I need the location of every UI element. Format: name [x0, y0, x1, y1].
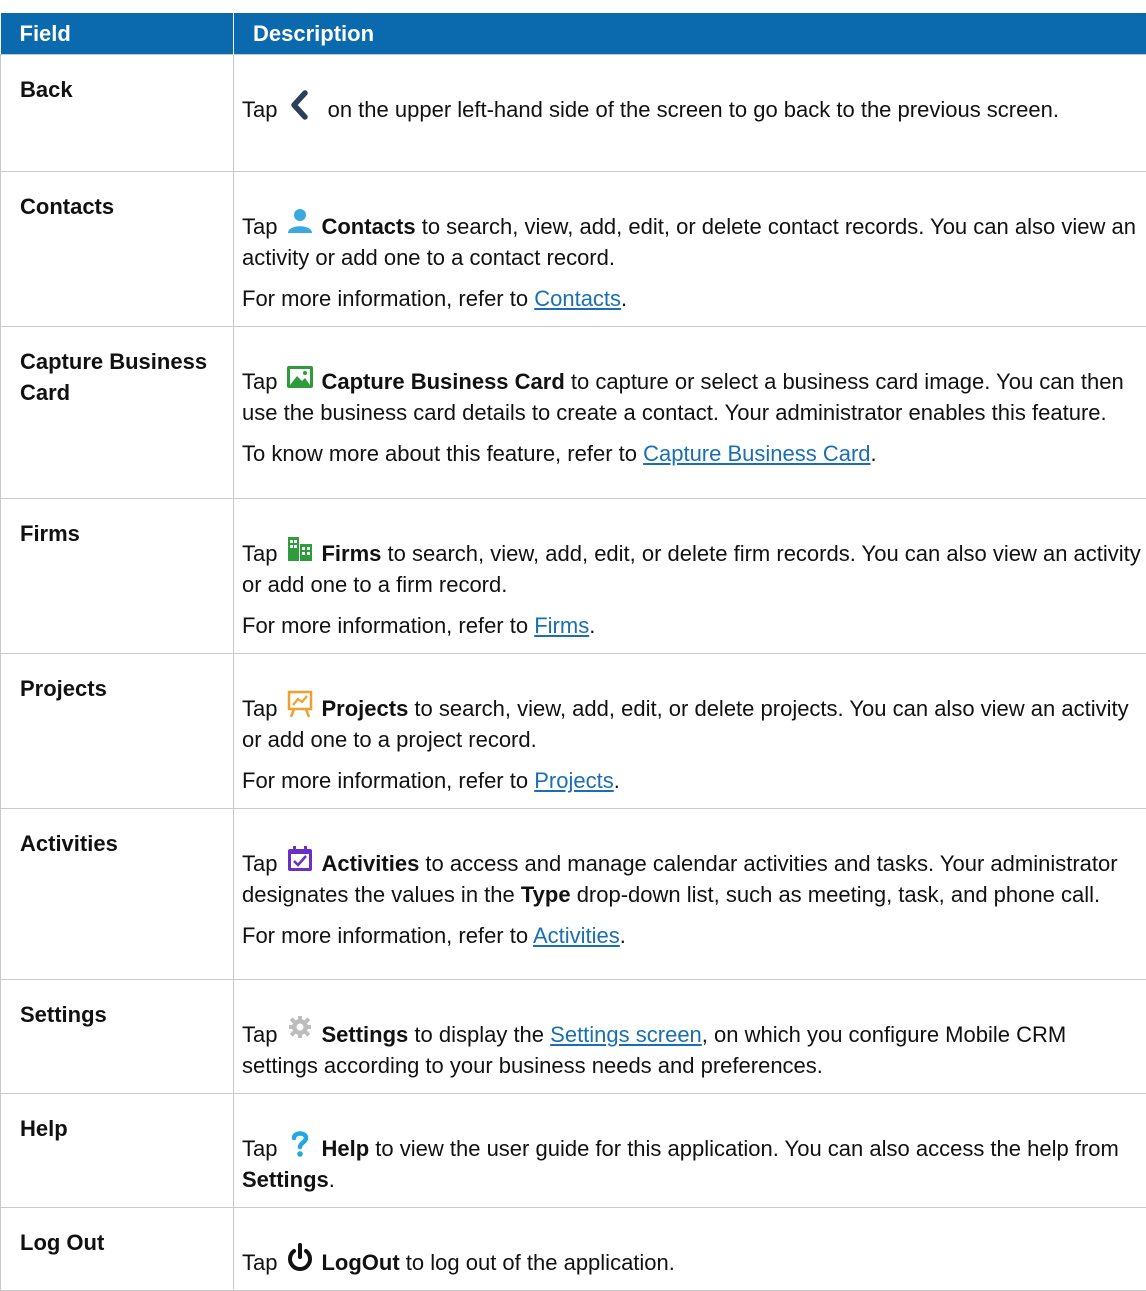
bold-label: Projects: [321, 696, 408, 721]
description-cell: Tap Settings to display the Settings scre…: [234, 980, 1146, 1094]
description-cell: Tap on the upper left-hand side of the s…: [234, 55, 1146, 172]
table-row: Settings Tap Settings to display the Sett…: [1, 980, 1146, 1094]
text-span: Tap: [242, 214, 277, 239]
text-span: .: [871, 441, 877, 466]
table-row: Capture Business Card Tap Capture Busines…: [1, 327, 1146, 499]
gear-icon: [285, 1015, 315, 1045]
bold-label: Capture Business Card: [321, 369, 564, 394]
bold-label: Contacts: [321, 214, 415, 239]
activities-link[interactable]: Activities: [533, 923, 620, 948]
capture-business-card-link[interactable]: Capture Business Card: [643, 441, 870, 466]
text-span: to log out of the application.: [400, 1250, 675, 1275]
text-span: to view the user guide for this applicat…: [369, 1136, 1119, 1161]
chevron-left-icon: [285, 90, 315, 120]
description-paragraph: TapFirms to search, view, add, edit, or …: [242, 534, 1142, 600]
description-paragraph: TapContacts to search, view, add, edit, …: [242, 207, 1142, 273]
description-paragraph: Tap LogOut to log out of the application.: [242, 1243, 1142, 1278]
description-paragraph: TapActivities to access and manage calen…: [242, 844, 1142, 910]
field-cell: Contacts: [1, 172, 234, 327]
table-row: Back Tap on the upper left-hand side of …: [1, 55, 1146, 172]
text-span: on the upper left-hand side of the scree…: [321, 97, 1058, 122]
description-paragraph: For more information, refer to Projects.: [242, 765, 1142, 796]
text-span: .: [614, 768, 620, 793]
text-span: For more information, refer to: [242, 768, 534, 793]
table-row: Log Out Tap LogOut to log out of the appl…: [1, 1208, 1146, 1291]
text-span: Tap: [242, 369, 277, 394]
text-span: drop-down list, such as meeting, task, a…: [571, 882, 1101, 907]
description-cell: TapActivities to access and manage calen…: [234, 809, 1146, 980]
firms-link[interactable]: Firms: [534, 613, 589, 638]
field-cell: Settings: [1, 980, 234, 1094]
text-span: Tap: [242, 851, 277, 876]
contact-person-icon: [285, 207, 315, 237]
question-mark-icon: [285, 1129, 315, 1159]
text-span: Tap: [242, 1250, 277, 1275]
text-span: Tap: [242, 541, 277, 566]
text-span: For more information, refer to: [242, 613, 534, 638]
table-row: Help Tap Help to view the user guide for …: [1, 1094, 1146, 1208]
power-icon: [285, 1243, 315, 1273]
text-span: .: [621, 286, 627, 311]
field-cell: Firms: [1, 499, 234, 654]
text-span: For more information, refer to: [242, 923, 533, 948]
description-cell: TapProjects to search, view, add, edit, …: [234, 654, 1146, 809]
text-span: Tap: [242, 97, 277, 122]
description-cell: Tap Help to view the user guide for this …: [234, 1094, 1146, 1208]
description-paragraph: Tap Help to view the user guide for this …: [242, 1129, 1142, 1195]
field-cell: Log Out: [1, 1208, 234, 1291]
text-span: Tap: [242, 696, 277, 721]
description-paragraph: TapProjects to search, view, add, edit, …: [242, 689, 1142, 755]
image-picture-icon: [285, 362, 315, 392]
field-cell: Activities: [1, 809, 234, 980]
text-span: to display the: [408, 1022, 550, 1047]
description-paragraph: For more information, refer to Firms.: [242, 610, 1142, 641]
description-paragraph: Tap on the upper left-hand side of the s…: [242, 90, 1142, 125]
calendar-check-icon: [285, 844, 315, 874]
bold-label: Firms: [321, 541, 381, 566]
description-cell: TapCapture Business Card to capture or s…: [234, 327, 1146, 499]
table-row: Activities TapActivities to access and m…: [1, 809, 1146, 980]
bold-label: Type: [521, 882, 571, 907]
text-span: Tap: [242, 1022, 277, 1047]
field-cell: Capture Business Card: [1, 327, 234, 499]
text-span: To know more about this feature, refer t…: [242, 441, 643, 466]
description-cell: TapContacts to search, view, add, edit, …: [234, 172, 1146, 327]
table-row: Contacts TapContacts to search, view, ad…: [1, 172, 1146, 327]
bold-label: Help: [321, 1136, 369, 1161]
description-paragraph: For more information, refer to Contacts.: [242, 283, 1142, 314]
buildings-icon: [285, 534, 315, 564]
field-cell: Help: [1, 1094, 234, 1208]
description-paragraph: Tap Settings to display the Settings scre…: [242, 1015, 1142, 1081]
bold-label: Activities: [321, 851, 419, 876]
column-header-field: Field: [1, 13, 234, 55]
column-header-description: Description: [234, 13, 1146, 55]
description-paragraph: To know more about this feature, refer t…: [242, 438, 1142, 469]
description-cell: Tap LogOut to log out of the application.: [234, 1208, 1146, 1291]
bold-label: Settings: [321, 1022, 408, 1047]
bold-label: LogOut: [321, 1250, 399, 1275]
bold-label: Settings: [242, 1167, 329, 1192]
text-span: .: [620, 923, 626, 948]
table-row: Firms TapFirms to search, view, add, edi…: [1, 499, 1146, 654]
text-span: .: [329, 1167, 335, 1192]
description-paragraph: For more information, refer to Activitie…: [242, 920, 1142, 951]
table-header-row: Field Description: [1, 13, 1146, 55]
field-cell: Projects: [1, 654, 234, 809]
text-span: .: [589, 613, 595, 638]
description-cell: TapFirms to search, view, add, edit, or …: [234, 499, 1146, 654]
description-paragraph: TapCapture Business Card to capture or s…: [242, 362, 1142, 428]
field-description-table: Field Description Back Tap on the upper …: [0, 13, 1146, 1291]
contacts-link[interactable]: Contacts: [534, 286, 621, 311]
text-span: For more information, refer to: [242, 286, 534, 311]
field-cell: Back: [1, 55, 234, 172]
table-row: Projects TapProjects to search, view, ad…: [1, 654, 1146, 809]
presentation-board-icon: [285, 689, 315, 719]
settings-screen-link[interactable]: Settings screen: [550, 1022, 702, 1047]
projects-link[interactable]: Projects: [534, 768, 613, 793]
text-span: Tap: [242, 1136, 277, 1161]
